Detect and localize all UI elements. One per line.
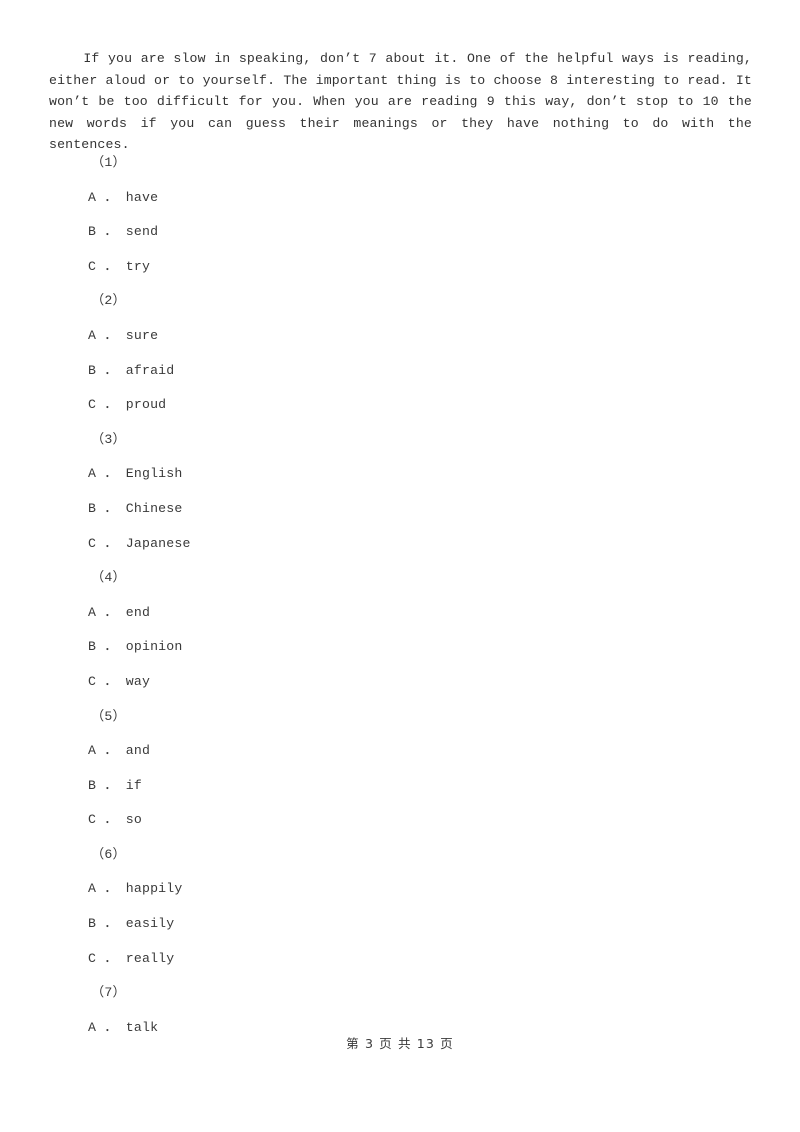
question-option[interactable]: C ． way	[0, 665, 800, 700]
question-number: （7）	[91, 985, 126, 1001]
question-number: （6）	[91, 846, 126, 862]
question-group: （6） A ． happily B ． easily C ． really	[0, 838, 800, 976]
question-option[interactable]: A ． sure	[0, 319, 800, 354]
question-option[interactable]: A ． have	[0, 181, 800, 216]
question-number: （2）	[91, 293, 126, 309]
question-list: （1） A ． have B ． send C ． try （2） A ． sure B ．…	[0, 146, 800, 1045]
question-option[interactable]: C ． so	[0, 803, 800, 838]
question-option[interactable]: C ． really	[0, 942, 800, 977]
question-number: （3）	[91, 431, 126, 447]
document-page: If you are slow in speaking, don’t 7 abo…	[0, 0, 800, 1132]
question-group: （5） A ． and B ． if C ． so	[0, 700, 800, 838]
question-number: （4）	[91, 570, 126, 586]
question-option[interactable]: C ． proud	[0, 388, 800, 423]
question-option[interactable]: B ． send	[0, 215, 800, 250]
question-group: （4） A ． end B ． opinion C ． way	[0, 561, 800, 699]
question-option[interactable]: B ． if	[0, 769, 800, 804]
question-option[interactable]: B ． easily	[0, 907, 800, 942]
question-option[interactable]: B ． Chinese	[0, 492, 800, 527]
question-group: （3） A ． English B ． Chinese C ． Japanese	[0, 423, 800, 561]
passage-paragraph: If you are slow in speaking, don’t 7 abo…	[49, 51, 752, 152]
question-number: （1）	[91, 155, 126, 170]
question-option[interactable]: A ． happily	[0, 872, 800, 907]
question-option[interactable]: A ． end	[0, 596, 800, 631]
question-group: （1） A ． have B ． send C ． try	[0, 146, 800, 284]
question-option[interactable]: C ． try	[0, 250, 800, 285]
question-group: （2） A ． sure B ． afraid C ． proud	[0, 284, 800, 422]
page-footer: 第 3 页 共 13 页	[346, 1036, 454, 1051]
passage-text: If you are slow in speaking, don’t 7 abo…	[49, 48, 752, 156]
question-option[interactable]: B ． afraid	[0, 354, 800, 389]
question-option[interactable]: B ． opinion	[0, 630, 800, 665]
question-number: （5）	[91, 708, 126, 724]
question-option[interactable]: A ． and	[0, 734, 800, 769]
question-option[interactable]: C ． Japanese	[0, 527, 800, 562]
question-option[interactable]: A ． English	[0, 457, 800, 492]
